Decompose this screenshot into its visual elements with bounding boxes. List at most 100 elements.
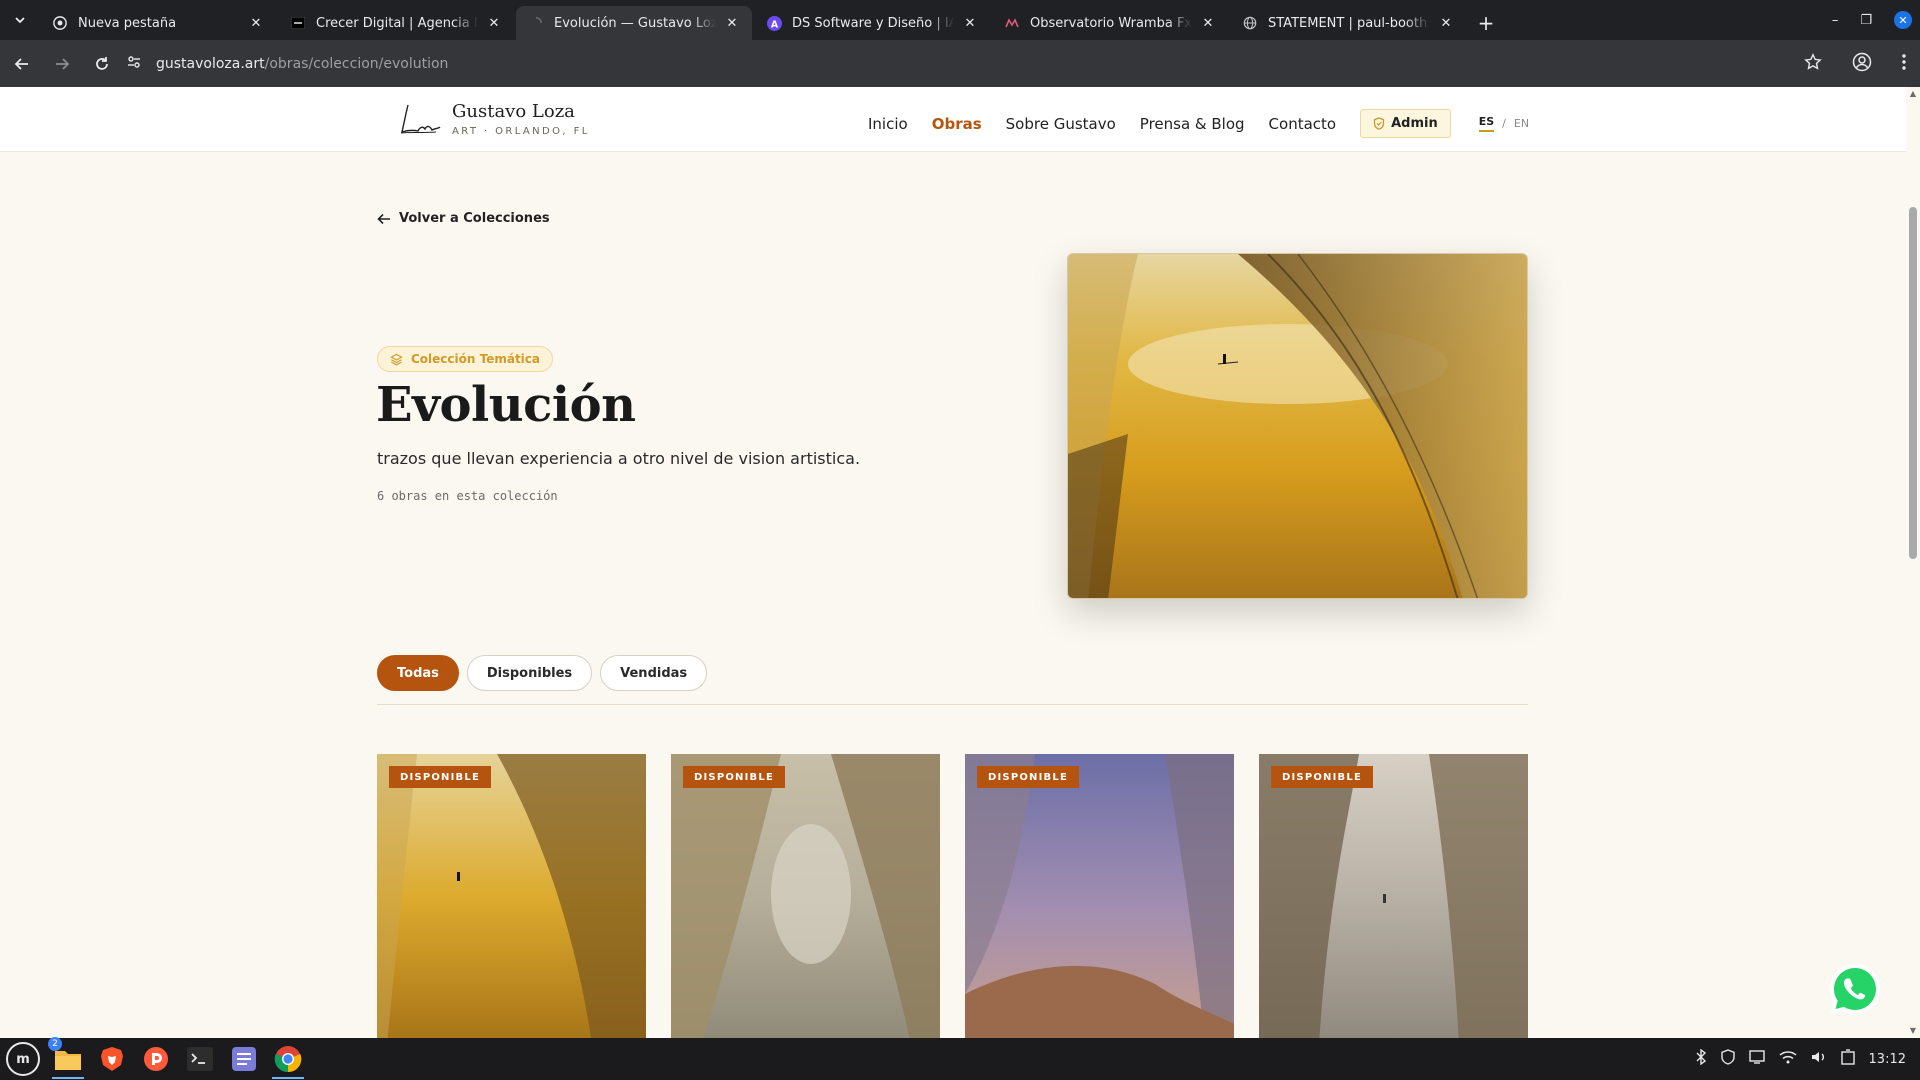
lang-en[interactable]: EN <box>1514 117 1529 130</box>
scroll-down-icon[interactable]: ▼ <box>1909 1027 1917 1035</box>
back-to-collections-link[interactable]: Volver a Colecciones <box>377 211 550 226</box>
whatsapp-button[interactable] <box>1826 960 1884 1018</box>
files-count-badge: 2 <box>48 1037 62 1051</box>
nav-item-obras[interactable]: Obras <box>932 115 982 133</box>
close-tab-icon[interactable]: ✕ <box>248 15 264 31</box>
artwork-card[interactable]: DISPONIBLE <box>965 754 1234 1038</box>
wramba-icon <box>1004 15 1020 31</box>
brave-icon[interactable] <box>96 1043 128 1075</box>
scroll-up-icon[interactable]: ▲ <box>1909 90 1917 98</box>
nav-item-contacto[interactable]: Contacto <box>1269 115 1337 133</box>
volume-icon[interactable] <box>1811 1050 1827 1068</box>
chrome-icon[interactable] <box>272 1043 304 1079</box>
reload-icon[interactable] <box>84 46 120 82</box>
files-icon[interactable]: 2 <box>48 1037 84 1079</box>
artwork-image-violet <box>965 754 1234 1038</box>
close-tab-icon[interactable]: ✕ <box>1438 15 1454 31</box>
collection-description: trazos que llevan experiencia a otro niv… <box>377 449 861 468</box>
nav-item-sobre-gustavo[interactable]: Sobre Gustavo <box>1006 115 1116 133</box>
filter-disponibles[interactable]: Disponibles <box>466 655 593 691</box>
forward-arrow-icon[interactable] <box>44 46 80 82</box>
display-icon[interactable] <box>1748 1050 1765 1068</box>
filter-bar: Todas Disponibles Vendidas <box>377 655 708 691</box>
page-scrollbar[interactable]: ▲ ▼ <box>1906 87 1920 1038</box>
lang-es[interactable]: ES <box>1478 115 1495 132</box>
url-path: /obras/coleccion/evolution <box>264 56 449 72</box>
artwork-card[interactable]: DISPONIBLE <box>671 754 940 1038</box>
shield-tray-icon[interactable] <box>1720 1049 1735 1069</box>
window-controls: – ❐ ✕ <box>1832 0 1920 40</box>
toolbar-actions <box>1804 40 1920 87</box>
arrow-left-icon <box>377 213 390 224</box>
address-bar[interactable]: gustavoloza.art/obras/coleccion/evolutio… <box>126 46 1826 82</box>
close-window-icon[interactable]: ✕ <box>1894 11 1912 29</box>
tab-crecer-digital[interactable]: Crecer Digital | Agencia Multi ✕ <box>278 6 514 40</box>
brand-name: Gustavo Loza <box>452 101 575 122</box>
artwork-image-gold <box>377 754 646 1038</box>
signature-icon <box>400 104 441 134</box>
tab-observatorio[interactable]: Observatorio Wramba Fxiw - ✕ <box>992 6 1228 40</box>
new-tab-button[interactable]: + <box>1468 6 1504 40</box>
language-switcher: ES / EN <box>1478 115 1529 132</box>
site-header: Gustavo Loza ART · ORLANDO, FL Inicio Ob… <box>0 87 1906 152</box>
page-viewport: Gustavo Loza ART · ORLANDO, FL Inicio Ob… <box>0 87 1906 1038</box>
text-editor-icon[interactable] <box>228 1043 260 1075</box>
status-badge: DISPONIBLE <box>389 766 491 788</box>
app-icon[interactable] <box>140 1043 172 1075</box>
chrome-icon <box>52 15 68 31</box>
profile-icon[interactable] <box>1852 52 1872 76</box>
layers-icon <box>390 353 403 366</box>
bluetooth-icon[interactable] <box>1695 1048 1707 1069</box>
tab-new-tab[interactable]: Nueva pestaña ✕ <box>40 6 276 40</box>
terminal-icon[interactable] <box>184 1043 216 1075</box>
back-link-label: Volver a Colecciones <box>399 211 550 226</box>
status-badge: DISPONIBLE <box>1271 766 1373 788</box>
clock[interactable]: 13:12 <box>1869 1052 1906 1067</box>
start-menu-icon[interactable]: m <box>6 1042 40 1076</box>
tab-title: STATEMENT | paul-booth1 <box>1268 15 1430 31</box>
whatsapp-icon <box>1830 964 1880 1014</box>
brand-subtitle: ART · ORLANDO, FL <box>452 126 590 137</box>
browser-tab-strip: Nueva pestaña ✕ Crecer Digital | Agencia… <box>0 0 1920 40</box>
artwork-image-gray <box>1259 754 1528 1038</box>
shield-icon <box>1373 117 1385 130</box>
artwork-card[interactable]: DISPONIBLE <box>1259 754 1528 1038</box>
filter-vendidas[interactable]: Vendidas <box>600 655 708 691</box>
restore-icon[interactable]: ❐ <box>1860 13 1872 28</box>
artwork-image-silver <box>671 754 940 1038</box>
kebab-menu-icon[interactable] <box>1902 53 1906 74</box>
bookmark-star-icon[interactable] <box>1804 52 1822 75</box>
site-settings-icon[interactable] <box>126 54 142 74</box>
close-tab-icon[interactable]: ✕ <box>486 15 502 31</box>
tab-ds-software[interactable]: A DS Software y Diseño | IA con ✕ <box>754 6 990 40</box>
globe-icon <box>1242 15 1258 31</box>
admin-button[interactable]: Admin <box>1360 109 1451 138</box>
tab-title: Observatorio Wramba Fxiw - <box>1030 15 1192 31</box>
main-nav: Inicio Obras Sobre Gustavo Prensa & Blog… <box>868 109 1529 138</box>
admin-label: Admin <box>1391 116 1438 131</box>
works-count: 6 obras en esta colección <box>377 489 558 503</box>
tab-search-chevron-icon[interactable] <box>0 0 40 40</box>
divider <box>377 704 1528 705</box>
wifi-icon[interactable] <box>1779 1050 1797 1068</box>
filter-todas[interactable]: Todas <box>377 655 459 691</box>
close-tab-icon[interactable]: ✕ <box>962 15 978 31</box>
close-tab-icon[interactable]: ✕ <box>724 15 740 31</box>
url-host: gustavoloza.art <box>156 56 265 72</box>
close-tab-icon[interactable]: ✕ <box>1200 15 1216 31</box>
status-badge: DISPONIBLE <box>977 766 1079 788</box>
update-icon[interactable] <box>1840 1049 1855 1069</box>
tab-evolucion[interactable]: Evolución — Gustavo Loza Art ✕ <box>516 6 752 40</box>
dark-site-icon <box>290 15 306 31</box>
nav-item-inicio[interactable]: Inicio <box>868 115 908 133</box>
tab-statement[interactable]: STATEMENT | paul-booth1 ✕ <box>1230 6 1466 40</box>
artwork-card[interactable]: DISPONIBLE <box>377 754 646 1038</box>
brand-logo[interactable]: Gustavo Loza ART · ORLANDO, FL <box>398 99 590 139</box>
minimize-icon[interactable]: – <box>1832 13 1839 28</box>
hero-artwork-image[interactable] <box>1067 253 1528 599</box>
collection-badge-label: Colección Temática <box>411 352 540 366</box>
scroll-thumb[interactable] <box>1909 207 1917 559</box>
nav-item-prensa-blog[interactable]: Prensa & Blog <box>1140 115 1245 133</box>
svg-text:A: A <box>770 19 778 30</box>
back-arrow-icon[interactable] <box>4 46 40 82</box>
